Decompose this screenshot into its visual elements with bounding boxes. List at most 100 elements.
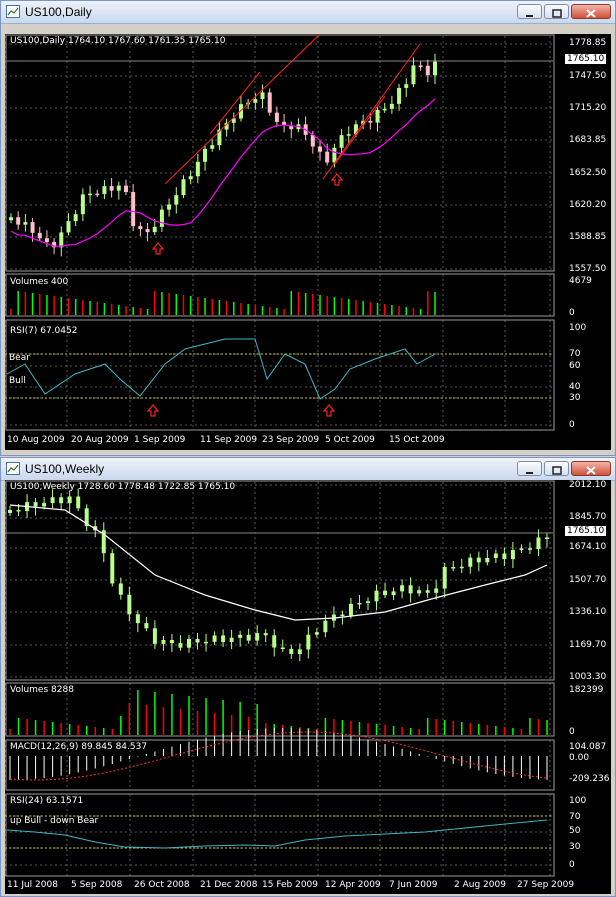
daily-candle-body (88, 193, 93, 196)
close-button[interactable] (571, 4, 611, 19)
daily-candle-body (210, 145, 215, 149)
weekly-candle-body (348, 603, 353, 616)
price-tick: 1507.70 (569, 575, 607, 585)
rsi-tick: 100 (569, 796, 587, 806)
weekly-candle-body (272, 635, 277, 648)
weekly-candle-body (67, 496, 72, 504)
macd-tick: -209.236 (569, 774, 610, 784)
weekly-candle-body (8, 510, 12, 513)
minimize-button[interactable] (517, 461, 542, 476)
daily-candle-body (95, 193, 100, 196)
restore-button[interactable] (544, 461, 569, 476)
weekly-moving-average (9, 504, 548, 621)
weekly-candle-body (417, 590, 422, 594)
volume-tick: 0 (569, 727, 575, 737)
daily-candle-body (116, 185, 121, 191)
weekly-candle-body (110, 553, 115, 584)
daily-candle-body (418, 65, 423, 67)
price-tick: 1778.85 (569, 38, 607, 48)
weekly-candle-body (383, 590, 388, 596)
daily-candle-body (73, 214, 78, 222)
daily-rsi-line (6, 338, 436, 400)
daily-main-label: US100,Daily 1764.10 1767.60 1761.35 1765… (10, 36, 226, 46)
date-tick: 11 Jul 2008 (7, 880, 58, 890)
daily-candle-body (109, 186, 114, 191)
weekly-candle-body (442, 566, 447, 589)
daily-moving-average (10, 98, 436, 247)
daily-chart-window[interactable]: US100,Daily US100,Daily 1764.10 1767.60 … (0, 0, 616, 456)
up-arrow-signal-icon (322, 404, 336, 417)
daily-candle-body (174, 195, 179, 205)
weekly-candle-body (374, 590, 379, 602)
weekly-candle-body (246, 634, 251, 641)
daily-candle-body (368, 120, 373, 123)
daily-chart-area[interactable]: US100,Daily 1764.10 1767.60 1761.35 1765… (5, 34, 611, 450)
weekly-candle-body (178, 643, 183, 648)
close-icon (586, 466, 596, 475)
weekly-candle-body (187, 638, 191, 648)
daily-candle-body (188, 176, 193, 180)
date-tick: 1 Sep 2009 (134, 435, 186, 445)
minimize-button[interactable] (517, 4, 542, 19)
weekly-candle-body (400, 585, 405, 592)
weekly-window-title: US100,Weekly (25, 462, 105, 476)
daily-candle-body (267, 92, 272, 113)
weekly-chart-area[interactable]: US100,Weekly 1728.60 1778.48 1722.85 176… (5, 480, 611, 894)
weekly-candle-body (263, 633, 268, 636)
date-tick: 21 Dec 2008 (200, 880, 258, 890)
weekly-candle-body (229, 637, 234, 643)
weekly-candle-body (42, 503, 47, 507)
weekly-candle-body (545, 537, 549, 539)
weekly-price-chart (5, 480, 555, 877)
daily-candle-body (167, 204, 172, 210)
price-tick: 1588.85 (569, 232, 607, 242)
daily-candle-body (318, 146, 323, 152)
daily-candle-body (195, 161, 200, 177)
daily-candle-body (253, 99, 258, 103)
weekly-candle-body (493, 553, 498, 558)
weekly-title-bar[interactable]: US100,Weekly (1, 458, 615, 481)
weekly-candle-body (510, 549, 515, 560)
daily-candle-body (411, 65, 416, 85)
daily-candle-body (404, 84, 409, 88)
weekly-candle-body (33, 502, 38, 507)
daily-candle-body (152, 226, 157, 233)
weekly-candle-body (255, 633, 260, 641)
rsi-tick: 30 (569, 393, 581, 403)
weekly-candle-body (519, 548, 524, 550)
close-button[interactable] (571, 461, 611, 476)
chart-window-icon (6, 5, 20, 18)
date-tick: 7 Jun 2009 (389, 880, 438, 890)
rsi-tick: 70 (569, 349, 581, 359)
date-tick: 5 Sep 2008 (71, 880, 123, 890)
weekly-candle-body (221, 635, 226, 643)
daily-candle-body (23, 222, 28, 225)
date-tick: 15 Oct 2009 (389, 435, 445, 445)
price-tick: 1683.85 (569, 135, 607, 145)
price-tick: 1747.50 (569, 71, 607, 81)
price-tick: 1674.10 (569, 542, 607, 552)
rsi-tick: 0 (569, 420, 575, 430)
daily-candle-body (339, 135, 344, 148)
weekly-chart-window[interactable]: US100,Weekly US100,Weekly 1728.60 1778.4… (0, 457, 616, 897)
up-arrow-signal-icon (146, 404, 160, 417)
weekly-rsi-label: RSI(24) 63.1571 (10, 796, 84, 806)
daily-candle-body (16, 217, 21, 225)
restore-button[interactable] (544, 4, 569, 19)
weekly-candle-body (468, 557, 473, 567)
weekly-candle-body (152, 628, 157, 644)
price-tick: 1620.20 (569, 200, 607, 210)
volume-tick: 0 (569, 308, 575, 318)
date-tick: 27 Sep 2009 (517, 880, 575, 890)
weekly-candle-body (314, 632, 319, 635)
daily-volume-label: Volumes 400 (10, 277, 69, 287)
price-tick: 1845.70 (569, 512, 607, 522)
volume-tick: 182399 (569, 685, 604, 695)
weekly-candle-body (323, 620, 328, 633)
weekly-candle-body (161, 639, 166, 644)
daily-candle-body (346, 134, 351, 136)
daily-candle-body (102, 186, 107, 195)
price-panel-border (5, 34, 555, 272)
date-tick: 20 Aug 2009 (71, 435, 129, 445)
daily-title-bar[interactable]: US100,Daily (1, 1, 615, 24)
